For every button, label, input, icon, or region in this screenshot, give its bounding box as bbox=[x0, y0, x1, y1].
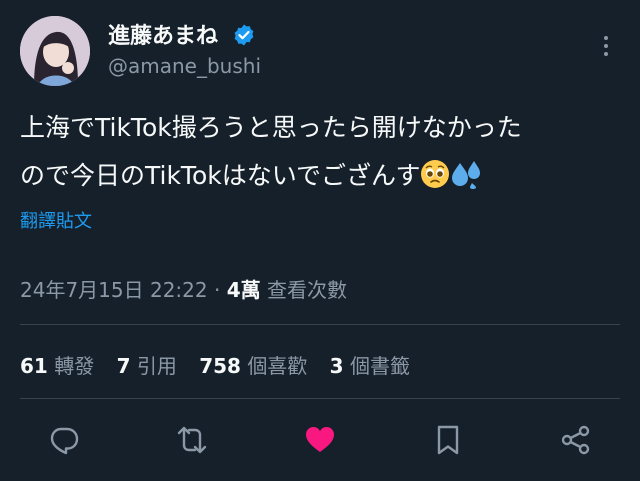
sweat-droplets-emoji-icon bbox=[452, 161, 481, 189]
bookmark-icon bbox=[437, 425, 459, 455]
pleading-face-emoji-icon bbox=[421, 160, 450, 188]
avatar-image bbox=[20, 16, 90, 86]
quotes-count: 7 bbox=[116, 354, 131, 378]
more-options-icon[interactable] bbox=[596, 34, 616, 58]
retweet-icon bbox=[177, 426, 207, 454]
tweet-meta: 24年7月15日 22:22 · 4萬 查看次數 bbox=[20, 274, 347, 303]
meta-separator: · bbox=[213, 278, 221, 302]
share-button[interactable] bbox=[556, 420, 596, 460]
translate-post-link[interactable]: 翻譯貼文 bbox=[20, 207, 92, 233]
tweet-line: ので今日のTikTokはないでござんす bbox=[20, 161, 421, 190]
likes-stat[interactable]: 758 個喜歡 bbox=[199, 354, 307, 378]
like-icon bbox=[306, 427, 334, 452]
bookmarks-label: 個書籤 bbox=[349, 354, 410, 378]
reply-button[interactable] bbox=[44, 420, 84, 460]
divider bbox=[20, 398, 620, 399]
retweets-stat[interactable]: 61 轉發 bbox=[20, 354, 94, 378]
tweet-line-with-emoji: ので今日のTikTokはないでござんす bbox=[20, 152, 620, 200]
likes-label: 個喜歡 bbox=[247, 354, 308, 378]
retweets-count: 61 bbox=[20, 354, 48, 378]
tweet-line: 上海でTikTok撮ろうと思ったら開けなかった bbox=[20, 113, 522, 142]
verified-badge-icon bbox=[234, 24, 254, 46]
engagement-stats: 61 轉發 7 引用 758 個喜歡 3 個書籤 bbox=[20, 350, 426, 379]
like-button[interactable] bbox=[300, 420, 340, 460]
bookmarks-stat[interactable]: 3 個書籤 bbox=[330, 354, 410, 378]
likes-count: 758 bbox=[199, 354, 241, 378]
timestamp[interactable]: 24年7月15日 22:22 bbox=[20, 278, 208, 302]
retweet-button[interactable] bbox=[172, 420, 212, 460]
user-handle[interactable]: @amane_bushi bbox=[108, 54, 261, 78]
avatar[interactable] bbox=[20, 16, 90, 86]
tweet-text: 上海でTikTok撮ろうと思ったら開けなかった ので今日のTikTokはないでご… bbox=[20, 104, 620, 200]
display-name[interactable]: 進藤あまね bbox=[108, 18, 218, 50]
reply-icon bbox=[50, 427, 79, 455]
quotes-label: 引用 bbox=[136, 354, 177, 378]
views-label: 查看次數 bbox=[266, 278, 347, 302]
views-count: 4萬 bbox=[226, 278, 261, 302]
action-bar bbox=[0, 420, 640, 460]
share-icon bbox=[561, 425, 590, 455]
quotes-stat[interactable]: 7 引用 bbox=[117, 354, 177, 378]
bookmarks-count: 3 bbox=[329, 354, 344, 378]
bookmark-button[interactable] bbox=[428, 420, 468, 460]
divider bbox=[20, 324, 620, 325]
retweets-label: 轉發 bbox=[54, 354, 95, 378]
